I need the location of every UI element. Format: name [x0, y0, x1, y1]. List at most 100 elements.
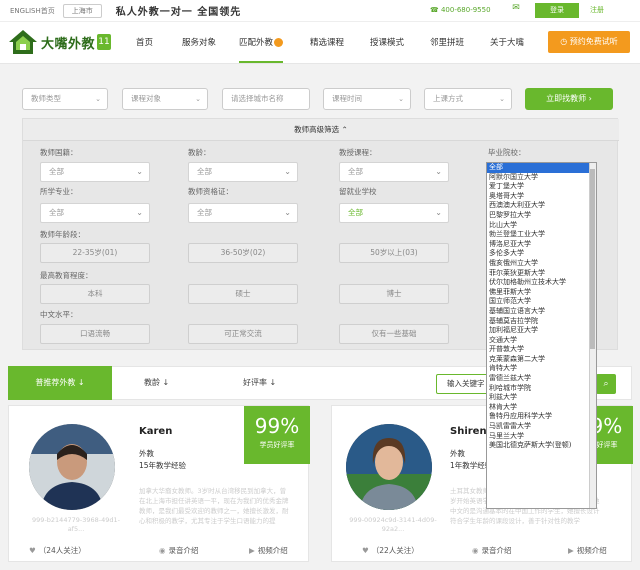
city-selector[interactable]: 上海市 — [62, 3, 102, 18]
major-value: 全部 — [49, 208, 64, 217]
school-option[interactable]: 马凯雷雷大学 — [487, 422, 596, 432]
english-home-link[interactable]: ENGLISH首页 — [10, 6, 55, 16]
nav-home[interactable]: 首页 — [136, 22, 153, 64]
age-group-option[interactable]: 50岁以上(03) — [339, 243, 449, 263]
main-nav: 大嘴外教 11 首页 服务对象 匹配外教 精选课程 授课模式 邻里拼班 关于大嘴… — [0, 22, 640, 64]
logo[interactable]: 大嘴外教 11 — [8, 28, 112, 56]
class-mode-label: 上课方式 — [433, 94, 463, 103]
school-option[interactable]: 基辅莫吉拉学院 — [487, 317, 596, 327]
school-option[interactable]: 佛里菲斯大学 — [487, 288, 596, 298]
sort-teaching-age[interactable]: 教龄 ↓ — [144, 366, 169, 400]
course-target-label: 课程对象 — [131, 94, 161, 103]
school-option[interactable]: 马里兰大学 — [487, 432, 596, 442]
school-option[interactable]: 雷德兰兹大学 — [487, 374, 596, 384]
teaching-age-label: 教龄： — [188, 148, 211, 157]
teacher-card[interactable]: Karen 外教 15年教学经验 99% 学员好评率 加拿大华裔女教师。3岁时从… — [8, 405, 310, 562]
scrollbar-thumb[interactable] — [590, 169, 595, 349]
find-teacher-button[interactable]: 立即找教师 › — [525, 88, 613, 110]
school-option[interactable]: 国立师范大学 — [487, 297, 596, 307]
school-option[interactable]: 菲尔莱狄更斯大学 — [487, 269, 596, 279]
logo-name: 大嘴外教 — [41, 36, 96, 52]
school-option[interactable]: 鲁特丹应用科学大学 — [487, 412, 596, 422]
course-target-select[interactable]: 课程对象 ⌄ — [122, 88, 208, 110]
school-option[interactable]: 俄亥俄州立大学 — [487, 259, 596, 269]
school-option[interactable]: 林肯大学 — [487, 403, 596, 413]
education-option[interactable]: 博士 — [339, 284, 449, 304]
nationality-select[interactable]: 全部 ⌄ — [40, 162, 150, 182]
education-option[interactable]: 本科 — [40, 284, 150, 304]
school-option[interactable]: 爱丁堡大学 — [487, 182, 596, 192]
school-option[interactable]: 多伦多大学 — [487, 249, 596, 259]
chinese-level-option[interactable]: 可正常交流 — [188, 324, 298, 344]
school-option[interactable]: 交通大学 — [487, 336, 596, 346]
scrollbar[interactable] — [589, 163, 596, 508]
rating-label: 学员好评率 — [259, 441, 295, 449]
school-option[interactable]: 勃兰登堡工业大学 — [487, 230, 596, 240]
avatar — [346, 424, 432, 510]
school-option[interactable]: 美国北德克萨斯大学(登顿) — [487, 441, 596, 451]
sort-recommend-label: 普推荐外教 — [35, 378, 76, 387]
school-option[interactable]: 基辅国立语言大学 — [487, 307, 596, 317]
nav-service[interactable]: 服务对象 — [182, 22, 216, 64]
school-option[interactable]: 博洛尼亚大学 — [487, 240, 596, 250]
follow-count[interactable]: ♥ （24人关注） — [29, 545, 86, 556]
chevron-down-icon: ⌄ — [284, 167, 291, 176]
chevron-down-icon: ⌄ — [136, 167, 143, 176]
follow-count[interactable]: ♥ （22人关注） — [362, 545, 419, 556]
major-select[interactable]: 全部 ⌄ — [40, 203, 150, 223]
trial-button[interactable]: ◷ 预约免费试听 — [548, 31, 630, 53]
school-option[interactable]: 巴黎罗拉大学 — [487, 211, 596, 221]
sort-recommend[interactable]: 普推荐外教 ↓ — [8, 366, 112, 400]
wechat-icon[interactable]: ✉ — [508, 3, 524, 19]
audio-intro-link[interactable]: ◉ 录音介绍 — [159, 545, 199, 556]
search-icon[interactable]: ⌕ — [596, 374, 616, 394]
subject-label: 教授课程： — [339, 148, 377, 157]
video-intro-link[interactable]: ▶ 视频介绍 — [249, 545, 288, 556]
school-option[interactable]: 比山大学 — [487, 221, 596, 231]
nav-match-teacher[interactable]: 匹配外教 — [239, 22, 284, 63]
school-option[interactable]: 西澳澳大利亚大学 — [487, 201, 596, 211]
school-option[interactable]: 加利福尼亚大学 — [487, 326, 596, 336]
chevron-down-icon: ⌄ — [95, 95, 101, 103]
teacher-name[interactable]: Shiren — [450, 426, 487, 437]
school-option[interactable]: 开普敦大学 — [487, 345, 596, 355]
nav-group-class[interactable]: 邻里拼班 — [430, 22, 464, 64]
school-option[interactable]: 全部 — [487, 163, 596, 173]
teacher-name[interactable]: Karen — [139, 426, 172, 437]
age-group-option[interactable]: 22-35岁(01) — [40, 243, 150, 263]
chinese-level-option[interactable]: 口语流畅 — [40, 324, 150, 344]
school-option[interactable]: 伏尔加格勒州立技术大学 — [487, 278, 596, 288]
sort-good-rate[interactable]: 好评率 ↓ — [243, 366, 276, 400]
school-option[interactable]: 肯特大学 — [487, 364, 596, 374]
teacher-type: 外教 — [139, 449, 154, 458]
city-input[interactable]: 请选择城市名称 — [222, 88, 310, 110]
teacher-type-select[interactable]: 教师类型 ⌄ — [22, 88, 108, 110]
nationality-label: 教师国籍： — [40, 148, 78, 157]
audio-intro-link[interactable]: ◉ 录音介绍 — [472, 545, 512, 556]
register-link[interactable]: 注册 — [590, 3, 604, 18]
audio-intro-label: 录音介绍 — [168, 546, 199, 555]
nav-courses[interactable]: 精选课程 — [310, 22, 344, 64]
nav-mode[interactable]: 授课模式 — [370, 22, 404, 64]
class-time-select[interactable]: 课程时间 ⌄ — [323, 88, 411, 110]
school-option[interactable]: 奥塔哥大学 — [487, 192, 596, 202]
education-option[interactable]: 硕士 — [188, 284, 298, 304]
alma-select[interactable]: 全部 ⌄ — [339, 203, 449, 223]
school-option[interactable]: 利哈城市学院 — [487, 384, 596, 394]
nav-about[interactable]: 关于大嘴 — [490, 22, 524, 64]
house-logo-icon — [9, 30, 37, 54]
arrow-down-icon: ↓ — [162, 378, 170, 387]
class-mode-select[interactable]: 上课方式 ⌄ — [424, 88, 512, 110]
sort-good-rate-label: 好评率 — [243, 378, 267, 387]
chinese-level-option[interactable]: 仅有一些基础 — [339, 324, 449, 344]
age-group-option[interactable]: 36-50岁(02) — [188, 243, 298, 263]
subject-select[interactable]: 全部 ⌄ — [339, 162, 449, 182]
school-option[interactable]: 利兹大学 — [487, 393, 596, 403]
school-option[interactable]: 阿默尔国立大学 — [487, 173, 596, 183]
login-button[interactable]: 登录 — [535, 3, 579, 18]
advanced-filter-toggle[interactable]: 教师高级筛选 ⌃ — [23, 119, 619, 141]
video-intro-link[interactable]: ▶ 视频介绍 — [568, 545, 607, 556]
school-dropdown-list[interactable]: 全部 阿默尔国立大学 爱丁堡大学 奥塔哥大学 西澳澳大利亚大学 巴黎罗拉大学 比山大学 勃兰登… — [486, 162, 597, 509]
teaching-age-select[interactable]: 全部 ⌄ — [188, 162, 298, 182]
cert-select[interactable]: 全部 ⌄ — [188, 203, 298, 223]
